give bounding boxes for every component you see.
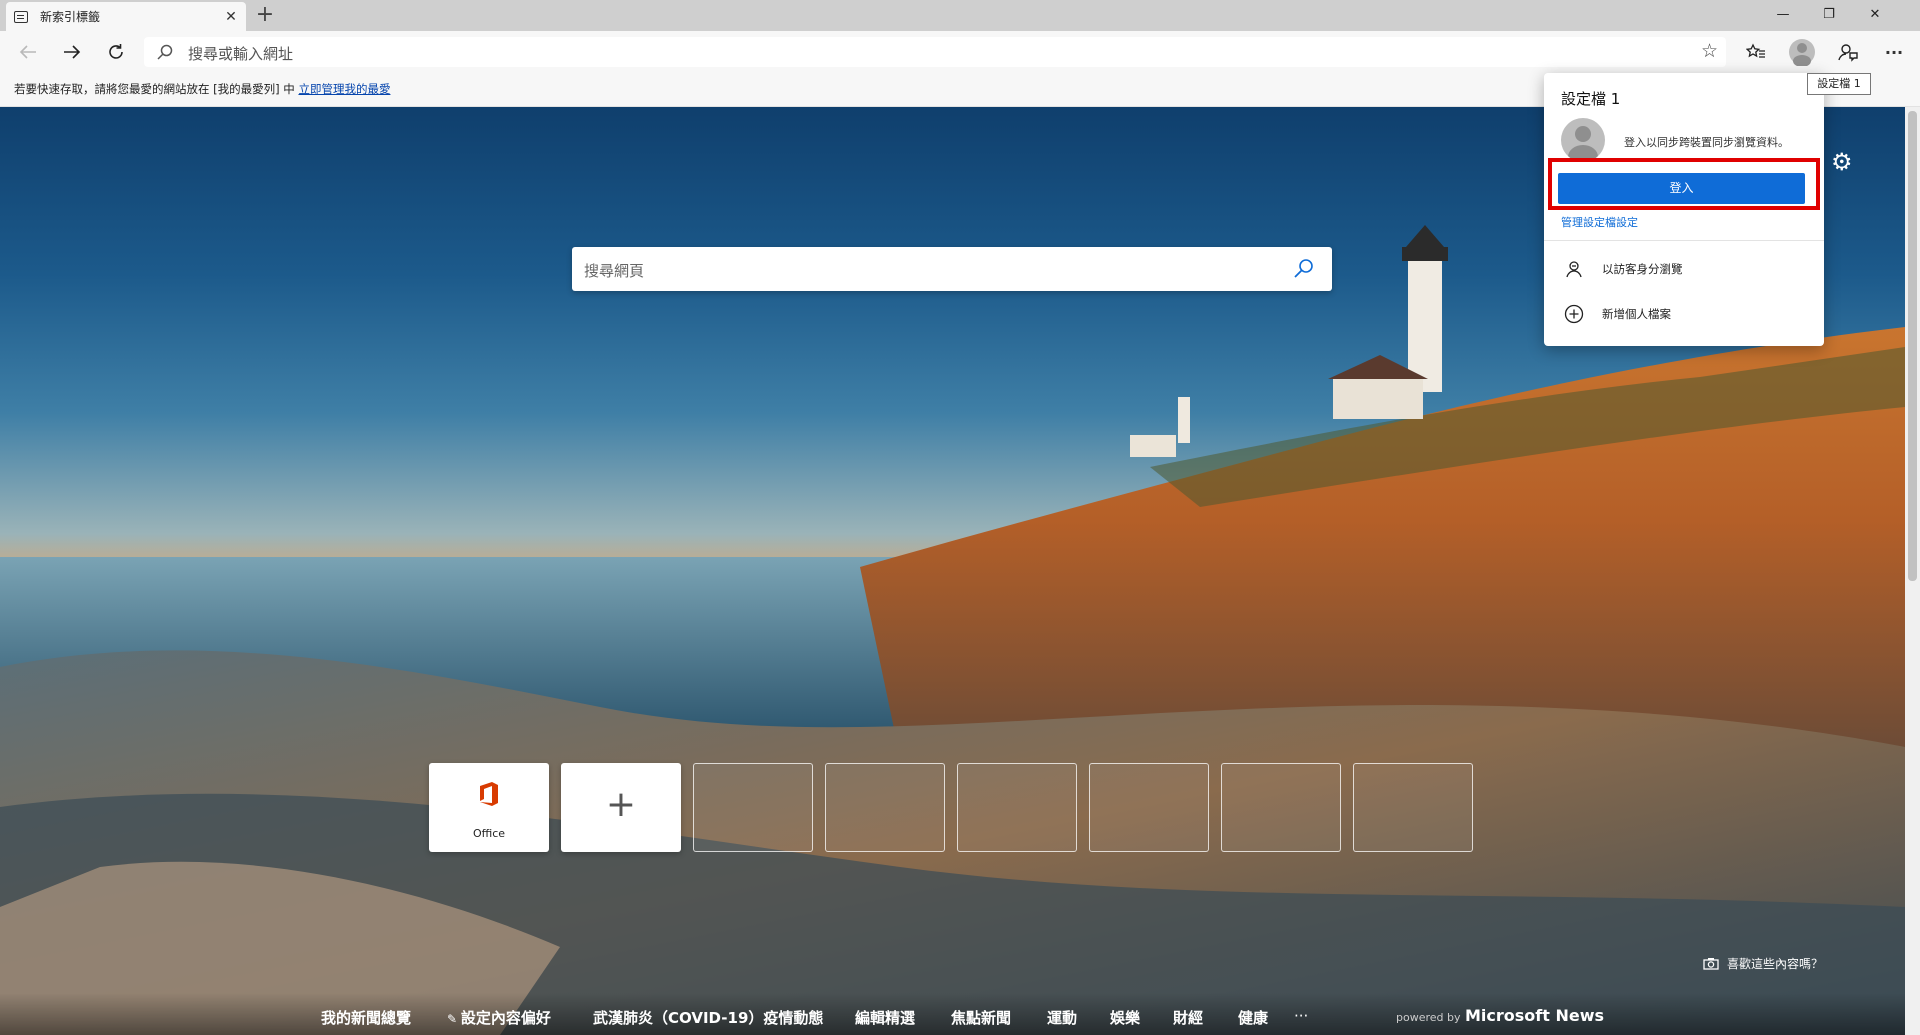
- quicklink-empty: [1221, 763, 1341, 852]
- profile-tooltip: 設定檔 1: [1807, 73, 1871, 95]
- back-button[interactable]: [12, 37, 44, 67]
- news-tab-finance[interactable]: 財經: [1173, 1007, 1203, 1028]
- news-tab-my-feed[interactable]: 我的新聞總覽: [321, 1007, 411, 1028]
- more-menu-button[interactable]: ···: [1878, 37, 1910, 67]
- add-profile-item[interactable]: 新增個人檔案: [1564, 304, 1671, 324]
- manage-profile-settings-link[interactable]: 管理設定檔設定: [1561, 214, 1638, 230]
- toolbar: 搜尋或輸入網址 ☆ ···: [0, 31, 1920, 73]
- browse-as-guest-label: 以訪客身分瀏覽: [1602, 262, 1683, 276]
- quicklink-empty: [1089, 763, 1209, 852]
- add-profile-label: 新增個人檔案: [1602, 307, 1671, 321]
- news-more-button[interactable]: ···: [1294, 1007, 1308, 1025]
- search-icon: [156, 43, 174, 65]
- address-input[interactable]: 搜尋或輸入網址: [188, 43, 293, 64]
- guest-icon: [1564, 259, 1584, 279]
- favorites-list-icon: [1746, 43, 1765, 58]
- powered-by-label: powered by: [1396, 1011, 1461, 1024]
- arrow-right-icon: [64, 45, 81, 59]
- avatar: [1561, 118, 1605, 162]
- like-prompt-text: 喜歡這些內容嗎？: [1727, 957, 1824, 971]
- tab-page-icon: [14, 10, 28, 23]
- browse-as-guest-item[interactable]: 以訪客身分瀏覽: [1564, 259, 1683, 279]
- tab-strip: 新索引標籤 ✕ + — ❐ ✕: [0, 0, 1920, 31]
- quicklink-empty: [1353, 763, 1473, 852]
- news-tab-top-stories[interactable]: 焦點新聞: [951, 1007, 1011, 1028]
- close-window-button[interactable]: ✕: [1852, 0, 1898, 28]
- pencil-icon: ✎: [447, 1012, 461, 1026]
- gear-icon[interactable]: ⚙: [1831, 148, 1853, 176]
- quicklink-label: Office: [472, 827, 506, 840]
- news-tab-preferences[interactable]: ✎ 設定內容偏好: [447, 1007, 551, 1028]
- favorites-bar-hint: 若要快速存取，請將您最愛的網站放在 [我的最愛列] 中: [14, 82, 295, 96]
- news-tab-sports[interactable]: 運動: [1047, 1007, 1077, 1028]
- tab-close-button[interactable]: ✕: [224, 9, 238, 25]
- manage-favorites-link[interactable]: 立即管理我的最愛: [298, 82, 390, 96]
- news-tab-covid[interactable]: 武漢肺炎（COVID-19）疫情動態: [593, 1007, 823, 1028]
- camera-icon: [1703, 957, 1719, 970]
- page-scrollbar[interactable]: [1905, 107, 1920, 1035]
- quicklink-office[interactable]: Office: [429, 763, 549, 852]
- quicklink-empty: [957, 763, 1077, 852]
- forward-button[interactable]: [56, 37, 88, 67]
- refresh-icon: [109, 44, 123, 59]
- web-search-box[interactable]: 搜尋網頁: [572, 247, 1332, 291]
- arrow-left-icon: [19, 45, 36, 59]
- microsoft-news-logo[interactable]: Microsoft News: [1465, 1006, 1604, 1025]
- new-tab-button[interactable]: +: [252, 3, 278, 29]
- news-tab-editors-picks[interactable]: 編輯精選: [855, 1007, 915, 1028]
- minimize-button[interactable]: —: [1760, 0, 1806, 28]
- news-tab-entertainment[interactable]: 娛樂: [1110, 1007, 1140, 1028]
- favorites-button[interactable]: [1740, 37, 1772, 67]
- profile-flyout: 設定檔 1 登入以同步跨裝置同步瀏覽資料。 登入 管理設定檔設定 以訪客身分瀏覽…: [1544, 73, 1824, 346]
- feedback-icon: [1838, 44, 1858, 62]
- sync-description: 登入以同步跨裝置同步瀏覽資料。: [1624, 136, 1789, 149]
- add-circle-icon: [1564, 304, 1584, 324]
- avatar-icon: [1789, 39, 1815, 66]
- news-tab-preferences-label: 設定內容偏好: [460, 1009, 551, 1027]
- restore-button[interactable]: ❐: [1806, 0, 1852, 28]
- tab-title: 新索引標籤: [40, 10, 101, 24]
- news-tab-health[interactable]: 健康: [1238, 1007, 1268, 1028]
- web-search-input[interactable]: 搜尋網頁: [584, 260, 644, 281]
- like-content-prompt[interactable]: 喜歡這些內容嗎？: [1703, 955, 1823, 972]
- office-icon: [480, 782, 498, 806]
- scrollbar-thumb[interactable]: [1908, 111, 1917, 581]
- feedback-button[interactable]: [1832, 37, 1864, 67]
- plus-icon: +: [605, 784, 637, 825]
- address-bar[interactable]: 搜尋或輸入網址 ☆: [144, 37, 1726, 67]
- profile-button[interactable]: [1786, 37, 1818, 67]
- star-icon[interactable]: ☆: [1701, 40, 1718, 62]
- quicklink-empty: [693, 763, 813, 852]
- refresh-button[interactable]: [100, 37, 132, 67]
- divider: [1544, 240, 1824, 241]
- quicklink-empty: [825, 763, 945, 852]
- add-quicklink-button[interactable]: +: [561, 763, 681, 852]
- tab-new-tab[interactable]: 新索引標籤 ✕: [6, 2, 246, 31]
- profile-title: 設定檔 1: [1561, 90, 1621, 108]
- sign-in-button[interactable]: 登入: [1558, 173, 1805, 204]
- search-icon[interactable]: [1292, 257, 1316, 285]
